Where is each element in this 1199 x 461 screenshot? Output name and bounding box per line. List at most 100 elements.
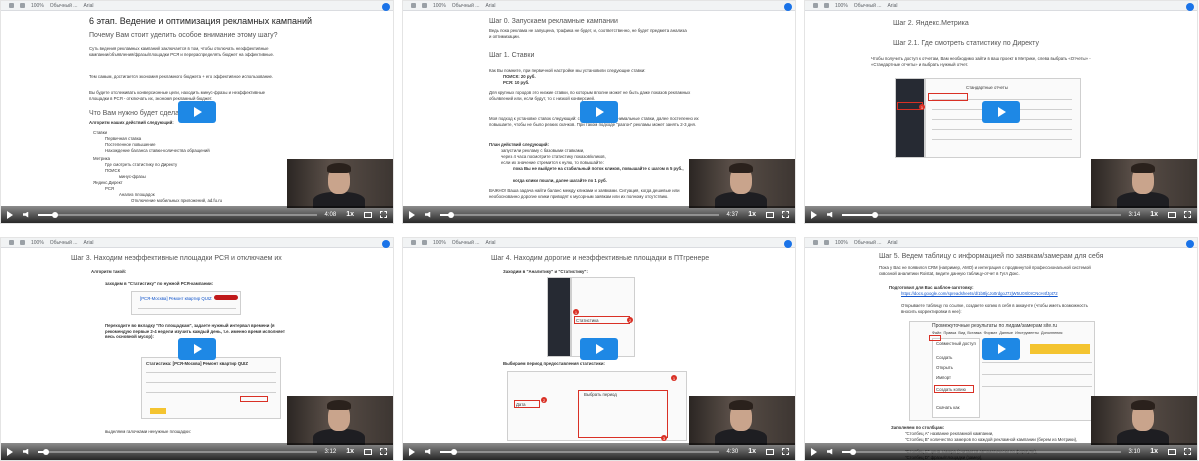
undo-icon[interactable] (813, 240, 818, 245)
progress-bar[interactable] (440, 211, 719, 218)
print-icon[interactable] (422, 240, 427, 245)
zoom-select[interactable]: 100% (835, 240, 848, 246)
volume-icon[interactable] (827, 448, 833, 455)
pip-icon[interactable] (364, 448, 372, 455)
menu-edit[interactable]: Правка (943, 331, 956, 335)
menu-addons[interactable]: Дополнения (1041, 331, 1063, 335)
progress-bar[interactable] (38, 448, 317, 455)
font-select[interactable]: Arial (485, 240, 495, 246)
dropdown-item[interactable]: Создать (936, 355, 952, 361)
font-select[interactable]: Arial (485, 3, 495, 9)
video-tile-5[interactable]: 100% Обычный ... Arial Шаг 4. Находим до… (402, 237, 796, 461)
volume-icon[interactable] (23, 211, 29, 218)
font-select[interactable]: Arial (83, 3, 93, 9)
dropdown-item[interactable]: Открыть (936, 365, 953, 371)
undo-icon[interactable] (411, 3, 416, 8)
fullscreen-icon[interactable] (1184, 211, 1191, 218)
play-icon[interactable] (409, 210, 415, 219)
menu-format[interactable]: Формат (984, 331, 998, 335)
undo-icon[interactable] (411, 240, 416, 245)
fullscreen-icon[interactable] (1184, 448, 1191, 455)
play-icon[interactable] (7, 447, 13, 456)
print-icon[interactable] (20, 240, 25, 245)
undo-icon[interactable] (813, 3, 818, 8)
print-icon[interactable] (824, 3, 829, 8)
style-select[interactable]: Обычный ... (854, 3, 882, 9)
zoom-select[interactable]: 100% (835, 3, 848, 9)
print-icon[interactable] (20, 3, 25, 8)
menu-data[interactable]: Данные (999, 331, 1013, 335)
zoom-select[interactable]: 100% (433, 3, 446, 9)
video-tile-4[interactable]: 100% Обычный ... Arial Шаг 3. Находим не… (0, 237, 394, 461)
pip-icon[interactable] (364, 211, 372, 218)
progress-bar[interactable] (842, 211, 1121, 218)
style-select[interactable]: Обычный ... (854, 240, 882, 246)
list-item: через 4 часа посмотрите статистику показ… (501, 154, 606, 159)
progress-bar[interactable] (38, 211, 317, 218)
undo-icon[interactable] (9, 240, 14, 245)
edit-icon[interactable] (382, 3, 390, 11)
video-tile-1[interactable]: 100% Обычный ... Arial 6 этап. Ведение и… (0, 0, 394, 224)
volume-icon[interactable] (23, 448, 29, 455)
playback-speed-button[interactable]: 1x (1150, 448, 1158, 455)
template-link[interactable]: https://docs.google.com/spreadsheets/d/1… (901, 291, 1081, 297)
video-tile-2[interactable]: 100% Обычный ... Arial Шаг 0. Запускаем … (402, 0, 796, 224)
fullscreen-icon[interactable] (380, 211, 387, 218)
undo-icon[interactable] (9, 3, 14, 8)
dropdown-item[interactable]: Совместный доступ (936, 341, 976, 347)
video-tile-6[interactable]: 100% Обычный ... Arial Шаг 5. Ведем табл… (804, 237, 1198, 461)
playback-speed-button[interactable]: 1x (346, 211, 354, 218)
play-button[interactable] (580, 338, 618, 360)
print-icon[interactable] (422, 3, 427, 8)
menu-view[interactable]: Вид (958, 331, 965, 335)
edit-icon[interactable] (1186, 240, 1194, 248)
edit-icon[interactable] (784, 240, 792, 248)
pip-icon[interactable] (1168, 448, 1176, 455)
edit-icon[interactable] (784, 3, 792, 11)
volume-icon[interactable] (827, 211, 833, 218)
pip-icon[interactable] (766, 211, 774, 218)
play-icon[interactable] (409, 447, 415, 456)
play-icon[interactable] (811, 447, 817, 456)
dropdown-item[interactable]: Скачать как (936, 405, 960, 411)
style-select[interactable]: Обычный ... (452, 240, 480, 246)
menu-insert[interactable]: Вставка (967, 331, 981, 335)
font-select[interactable]: Arial (83, 240, 93, 246)
play-button[interactable] (580, 101, 618, 123)
font-select[interactable]: Arial (887, 240, 897, 246)
play-icon[interactable] (811, 210, 817, 219)
dropdown-item[interactable]: Импорт (936, 375, 951, 381)
pip-icon[interactable] (766, 448, 774, 455)
playback-speed-button[interactable]: 1x (748, 211, 756, 218)
playback-speed-button[interactable]: 1x (748, 448, 756, 455)
progress-bar[interactable] (842, 448, 1121, 455)
edit-icon[interactable] (382, 240, 390, 248)
fullscreen-icon[interactable] (782, 448, 789, 455)
playback-speed-button[interactable]: 1x (1150, 211, 1158, 218)
pip-icon[interactable] (1168, 211, 1176, 218)
volume-icon[interactable] (425, 448, 431, 455)
zoom-select[interactable]: 100% (31, 240, 44, 246)
font-select[interactable]: Arial (887, 3, 897, 9)
style-select[interactable]: Обычный ... (50, 3, 78, 9)
playback-speed-button[interactable]: 1x (346, 448, 354, 455)
zoom-select[interactable]: 100% (433, 240, 446, 246)
print-icon[interactable] (824, 240, 829, 245)
progress-bar[interactable] (440, 448, 719, 455)
play-button[interactable] (178, 101, 216, 123)
play-button[interactable] (982, 338, 1020, 360)
menu-tools[interactable]: Инструменты (1015, 331, 1039, 335)
style-select[interactable]: Обычный ... (452, 3, 480, 9)
video-tile-3[interactable]: 100% Обычный ... Arial Шаг 2. Яндекс.Мет… (804, 0, 1198, 224)
video-controls: 4:08 1x (1, 206, 393, 223)
play-button[interactable] (982, 101, 1020, 123)
zoom-select[interactable]: 100% (31, 3, 44, 9)
volume-icon[interactable] (425, 211, 431, 218)
fullscreen-icon[interactable] (380, 448, 387, 455)
edit-icon[interactable] (1186, 3, 1194, 11)
style-select[interactable]: Обычный ... (50, 240, 78, 246)
play-icon[interactable] (7, 210, 13, 219)
video-controls: 3:12 1x (1, 443, 393, 460)
play-button[interactable] (178, 338, 216, 360)
fullscreen-icon[interactable] (782, 211, 789, 218)
